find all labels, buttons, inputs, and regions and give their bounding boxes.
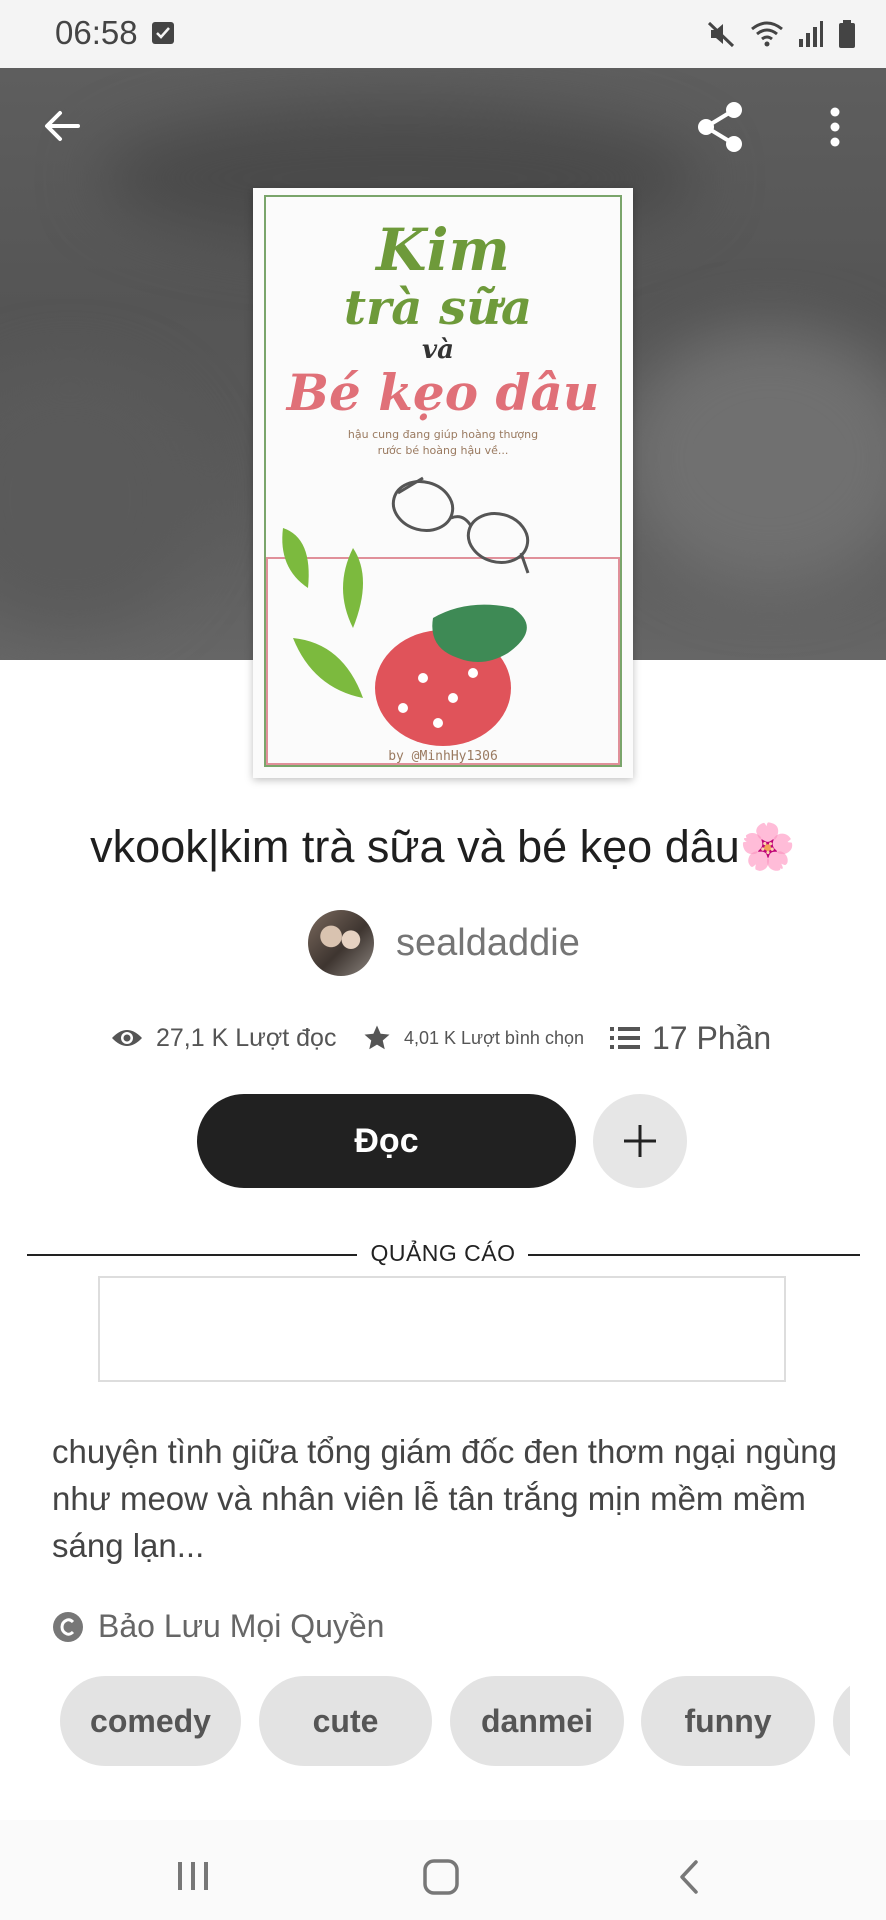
notification-check-icon: [152, 22, 174, 44]
stat-reads: 27,1 K Lượt đọc: [110, 1018, 336, 1058]
nav-home-icon: [423, 1859, 459, 1895]
wifi-icon: [751, 21, 783, 47]
tag-more[interactable]: [833, 1676, 850, 1766]
list-icon: [610, 1027, 640, 1049]
back-button[interactable]: [40, 104, 84, 148]
copyright-row: Bảo Lưu Mọi Quyền: [52, 1608, 384, 1645]
status-time: 06:58: [55, 14, 138, 51]
cover-line4: Bé kẹo dâu: [285, 363, 599, 422]
read-button[interactable]: Đọc: [197, 1094, 576, 1188]
ad-label: QUẢNG CÁO: [370, 1240, 516, 1266]
ad-slot[interactable]: [98, 1276, 786, 1382]
signal-icon: [799, 21, 823, 47]
author-avatar[interactable]: [308, 910, 374, 976]
reads-count: 27,1 K Lượt đọc: [156, 1023, 337, 1052]
stat-votes: 4,01 K Lượt bình chọn: [362, 1018, 584, 1058]
nav-back-button[interactable]: [676, 1858, 702, 1901]
cover-line2: trà sữa: [344, 280, 532, 336]
more-vert-icon: [830, 107, 840, 147]
strawberry-illustration: [375, 604, 527, 746]
leaves-illustration: [282, 528, 363, 698]
eye-icon: [112, 1030, 142, 1046]
add-to-library-button[interactable]: [593, 1094, 687, 1188]
ad-divider-left: [27, 1254, 357, 1256]
nav-recents-button[interactable]: [176, 1860, 210, 1897]
battery-icon: [839, 20, 855, 48]
tag-list: comedy cute danmei funny: [60, 1676, 850, 1766]
author-name[interactable]: sealdaddie: [396, 922, 580, 965]
cover-byline: by @MinhHy1306: [388, 749, 498, 764]
share-icon: [698, 102, 742, 152]
nav-recents-icon: [178, 1862, 208, 1890]
story-description: chuyện tình giữa tổng giám đốc đen thơm …: [52, 1433, 837, 1564]
system-nav-bar: [0, 1820, 886, 1920]
author-link[interactable]: sealdaddie: [308, 910, 580, 976]
plus-icon: [624, 1125, 656, 1157]
back-arrow-icon: [45, 111, 80, 141]
book-cover[interactable]: Kim trà sữa và Bé kẹo dâu hậu cung đang …: [253, 188, 633, 778]
copyright-icon: [53, 1611, 83, 1642]
votes-count: 4,01 K Lượt bình chọn: [404, 1027, 584, 1048]
mute-icon: [707, 21, 735, 48]
story-stats: 27,1 K Lượt đọc 4,01 K Lượt bình chọn 17…: [0, 1018, 886, 1058]
more-options-button[interactable]: [822, 104, 848, 150]
parts-count[interactable]: 17 Phần: [652, 1020, 771, 1057]
stat-parts[interactable]: 17 Phần: [610, 1018, 771, 1058]
cover-tagline1: hậu cung đang giúp hoàng thượng: [348, 428, 538, 441]
star-icon: [364, 1025, 390, 1050]
cover-line3: và: [422, 335, 454, 365]
cover-tagline2: rước bé hoàng hậu về...: [378, 444, 509, 457]
nav-home-button[interactable]: [422, 1858, 460, 1901]
tag-danmei[interactable]: danmei: [450, 1676, 624, 1766]
story-title: vkook|kim trà sữa và bé kẹo dâu🌸: [90, 821, 796, 872]
tag-cute[interactable]: cute: [259, 1676, 432, 1766]
copyright-text: Bảo Lưu Mọi Quyền: [98, 1608, 385, 1644]
share-button[interactable]: [694, 100, 748, 154]
book-cover-art: Kim trà sữa và Bé kẹo dâu hậu cung đang …: [264, 195, 622, 767]
tag-funny[interactable]: funny: [641, 1676, 815, 1766]
nav-back-icon: [680, 1860, 698, 1894]
tag-comedy[interactable]: comedy: [60, 1676, 241, 1766]
cover-line1: Kim: [374, 216, 510, 284]
status-icons: [706, 18, 856, 50]
ad-divider-right: [528, 1254, 860, 1256]
status-bar: 06:58: [0, 0, 886, 68]
